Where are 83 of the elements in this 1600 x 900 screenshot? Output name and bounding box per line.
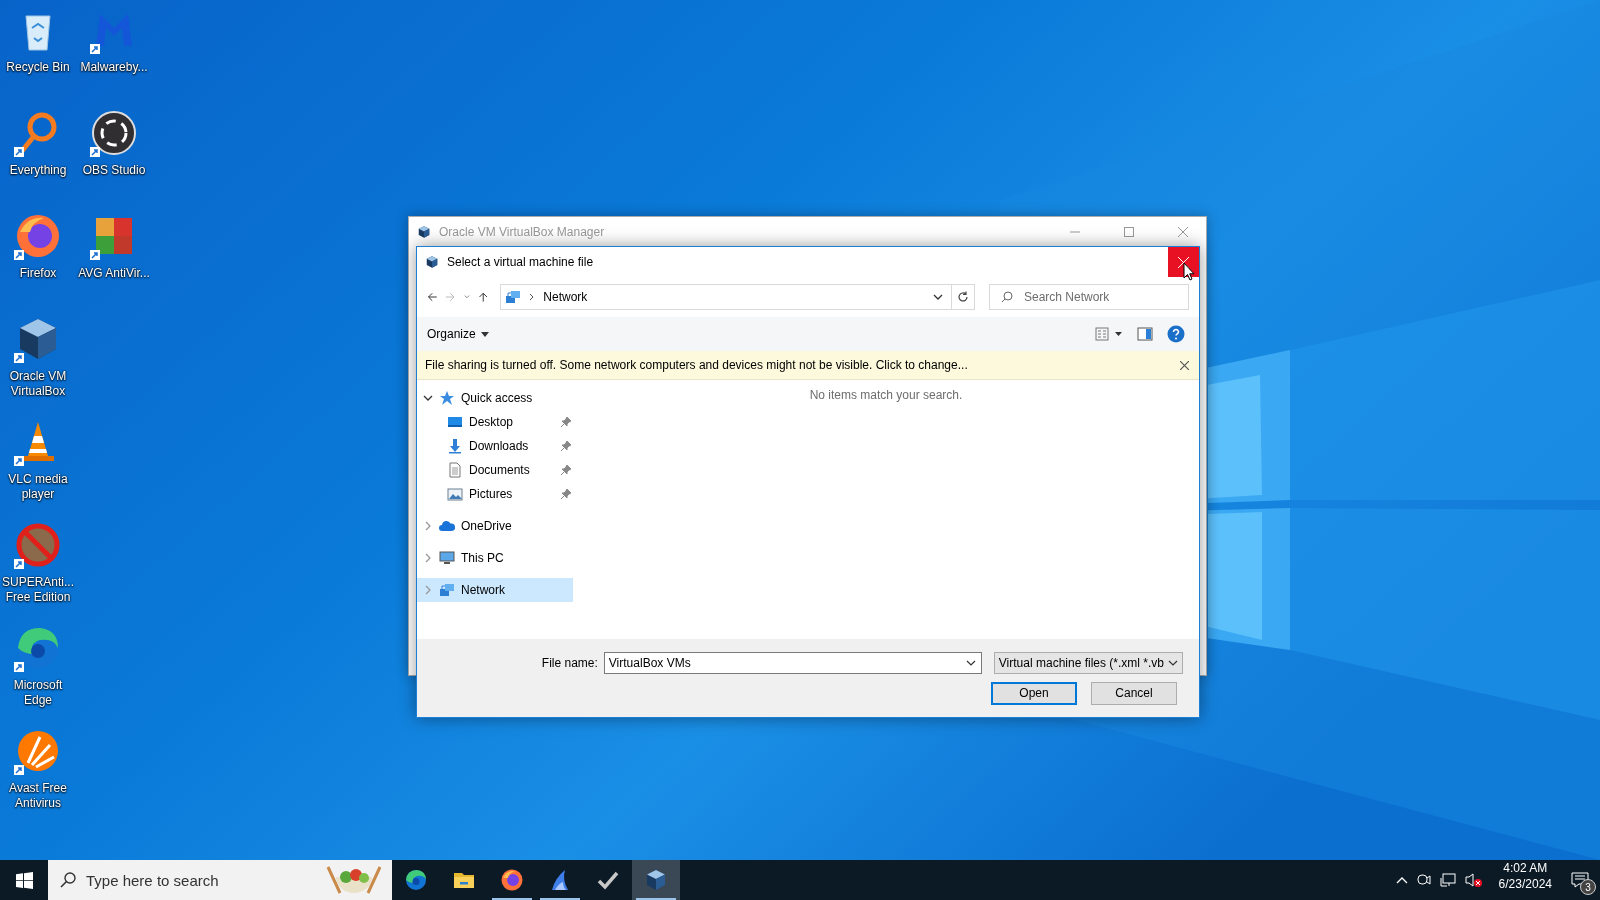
cube-icon (425, 255, 439, 269)
organize-menu[interactable]: Organize (425, 324, 491, 344)
chevron-up-icon[interactable] (1395, 876, 1408, 884)
notifications-button[interactable]: 3 (1560, 860, 1600, 900)
file-name-label: File name: (541, 655, 598, 670)
search-field[interactable]: Search Network (989, 284, 1189, 310)
camera-icon[interactable] (1416, 872, 1431, 888)
nav-item[interactable]: Pictures (417, 482, 573, 506)
help-icon[interactable] (1167, 325, 1185, 343)
nav-item[interactable]: Documents (417, 458, 573, 482)
chevron-right-icon[interactable] (423, 521, 433, 531)
browser-logo-icon (500, 868, 524, 892)
download-arrow-icon (447, 438, 463, 454)
desktop-icon-label[interactable]: OBS Studio (77, 163, 151, 178)
chevron-right-icon (529, 293, 536, 301)
file-name-field[interactable]: VirtualBox VMs (603, 651, 982, 674)
chevron-right-icon[interactable] (423, 553, 433, 563)
maximize-icon (1124, 227, 1134, 237)
desktop-icon (447, 414, 463, 430)
network-icon (505, 289, 522, 305)
document-icon (447, 462, 463, 478)
search-icon (60, 872, 76, 888)
nav-item[interactable]: Network (417, 578, 573, 602)
star-icon (439, 390, 455, 406)
pin-icon[interactable] (561, 441, 571, 451)
network-monitor-icon[interactable] (1439, 872, 1456, 888)
nav-item[interactable]: Quick access (417, 386, 573, 410)
up-arrow-icon[interactable] (477, 290, 489, 304)
info-bar[interactable]: File sharing is turned off. Some network computers and devices might not be visible. Click to change... (417, 351, 1199, 380)
refresh-icon (957, 291, 970, 303)
pin-icon[interactable] (561, 465, 571, 475)
taskbar-search-field[interactable]: Type here to search (48, 860, 392, 900)
back-arrow-icon[interactable] (427, 290, 438, 304)
dialog-button[interactable]: Open (991, 681, 1077, 705)
address-bar[interactable]: Network (500, 284, 953, 310)
nav-item[interactable]: This PC (417, 546, 573, 570)
dialog-button[interactable]: Cancel (1091, 681, 1177, 705)
cube-icon (644, 868, 668, 892)
nav-item[interactable]: Desktop (417, 410, 573, 434)
desktop-icon-label[interactable]: Recycle Bin (1, 60, 75, 75)
view-options-icon[interactable] (1095, 327, 1123, 341)
taskbar-button[interactable] (632, 860, 680, 900)
file-type-dropdown[interactable]: Virtual machine files (*.xml *.vb (993, 651, 1183, 674)
aperture-logo-icon[interactable] (90, 109, 138, 157)
search-icon (1001, 291, 1013, 303)
windows-logo-icon (15, 871, 33, 889)
pin-icon[interactable] (561, 489, 571, 499)
desktop-icon-label[interactable]: Malwareby... (77, 60, 151, 75)
desktop-icon-label[interactable]: AVG AntiVir... (77, 266, 151, 281)
desktop-icon-label[interactable]: Microsoft Edge (1, 678, 75, 708)
empty-folder-message: No items match your search. (809, 388, 963, 404)
network-icon (439, 582, 455, 598)
desktop-icon-label[interactable]: Everything (1, 163, 75, 178)
chevron-down-icon[interactable] (965, 658, 976, 667)
desktop-icon-label[interactable]: VLC media player (1, 472, 75, 502)
clock[interactable]: 4:02 AM 6/23/2024 (1490, 860, 1560, 900)
monitor-icon (439, 550, 455, 566)
desktop-icon-label[interactable]: Avast Free Antivirus (1, 781, 75, 811)
close-icon (1178, 227, 1188, 237)
pin-icon[interactable] (561, 417, 571, 427)
desktop-icon-label[interactable]: Firefox (1, 266, 75, 281)
close-icon[interactable] (1180, 360, 1189, 370)
wave-logo-icon (404, 868, 428, 892)
refresh-button[interactable] (952, 284, 975, 310)
info-bar-message[interactable]: File sharing is turned off. Some network computers and devices might not be visible. Click to change... (425, 358, 1180, 372)
mouse-pointer-icon (1183, 262, 1195, 281)
cube-icon (417, 225, 431, 239)
chevron-down-icon[interactable] (933, 293, 944, 301)
preview-pane-icon[interactable] (1137, 327, 1153, 341)
cloud-icon (439, 518, 455, 534)
window-title: Oracle VM VirtualBox Manager (439, 225, 606, 239)
desktop-icon-label[interactable]: SUPERAnti... Free Edition (1, 575, 75, 605)
chevron-down-icon (1168, 658, 1178, 667)
browser-logo-icon[interactable] (14, 212, 62, 260)
dialog-title: Select a virtual machine file (447, 255, 595, 269)
nav-item[interactable]: Downloads (417, 434, 573, 458)
prohibited-sign-icon[interactable] (14, 521, 62, 569)
nav-item[interactable]: OneDrive (417, 514, 573, 538)
chevron-down-icon[interactable] (423, 393, 433, 403)
caret-down-icon (480, 331, 489, 337)
desktop-icon-label[interactable]: Oracle VM VirtualBox (1, 369, 75, 399)
picture-frame-icon (447, 486, 463, 502)
speaker-muted-icon[interactable] (1464, 872, 1483, 888)
